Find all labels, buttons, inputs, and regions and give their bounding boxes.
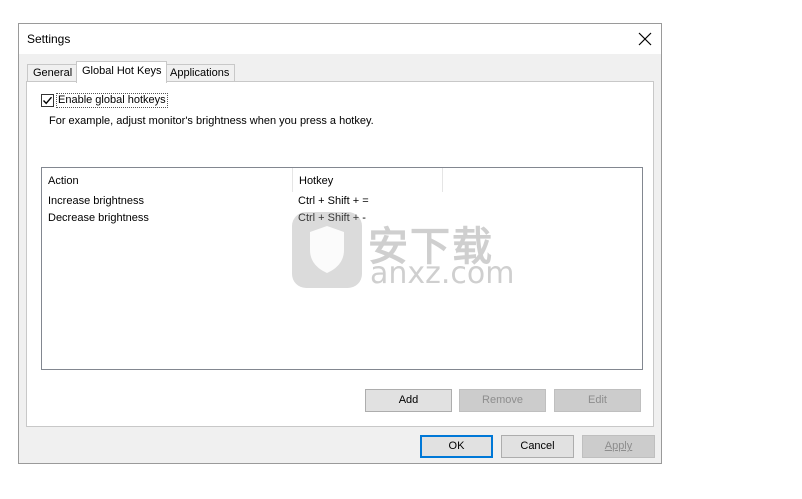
close-button[interactable] — [629, 24, 661, 54]
add-button[interactable]: Add — [365, 389, 452, 412]
column-action-label: Action — [48, 175, 79, 187]
cancel-button[interactable]: Cancel — [501, 435, 574, 458]
tab-global-hot-keys-label: Global Hot Keys — [82, 65, 162, 77]
title-bar: Settings — [19, 24, 661, 54]
apply-button-label: Apply — [604, 440, 633, 452]
edit-button[interactable]: Edit — [554, 389, 641, 412]
tab-global-hot-keys[interactable]: Global Hot Keys — [76, 61, 168, 83]
hotkey-cell: Ctrl + Shift + = — [298, 195, 369, 207]
remove-button-label: Remove — [482, 394, 523, 406]
cancel-button-label: Cancel — [520, 440, 555, 452]
tab-applications[interactable]: Applications — [164, 64, 236, 82]
tab-general-label: General — [33, 67, 73, 79]
apply-button[interactable]: Apply — [582, 435, 655, 458]
hotkey-cell: Ctrl + Shift + - — [298, 212, 366, 224]
ok-button-label: OK — [448, 440, 465, 452]
tab-applications-label: Applications — [170, 67, 230, 79]
global-hot-keys-panel: Enable global hotkeys For example, adjus… — [26, 81, 654, 427]
column-hotkey-label: Hotkey — [299, 175, 334, 187]
checkmark-icon — [42, 96, 53, 105]
list-header: Action Hotkey — [42, 168, 443, 192]
hotkeys-list[interactable]: Action Hotkey Increase brightness Ctrl +… — [41, 167, 643, 370]
enable-global-hotkeys-checkbox[interactable] — [41, 94, 54, 107]
settings-window: Settings General Global Hot Keys Applica… — [18, 23, 662, 464]
window-title: Settings — [27, 32, 71, 46]
remove-button[interactable]: Remove — [459, 389, 546, 412]
close-icon — [638, 32, 652, 46]
table-row[interactable]: Increase brightness Ctrl + Shift + = — [42, 195, 642, 212]
add-button-label: Add — [398, 394, 419, 406]
enable-global-hotkeys-label[interactable]: Enable global hotkeys — [56, 93, 168, 108]
edit-button-label: Edit — [588, 394, 607, 406]
column-header-action[interactable]: Action — [42, 168, 293, 192]
tab-general[interactable]: General — [27, 64, 79, 82]
ok-button[interactable]: OK — [420, 435, 493, 458]
column-header-hotkey[interactable]: Hotkey — [293, 168, 443, 192]
hotkeys-description: For example, adjust monitor's brightness… — [49, 115, 374, 127]
action-cell: Decrease brightness — [48, 212, 149, 224]
table-row[interactable]: Decrease brightness Ctrl + Shift + - — [42, 212, 642, 229]
action-cell: Increase brightness — [48, 195, 144, 207]
